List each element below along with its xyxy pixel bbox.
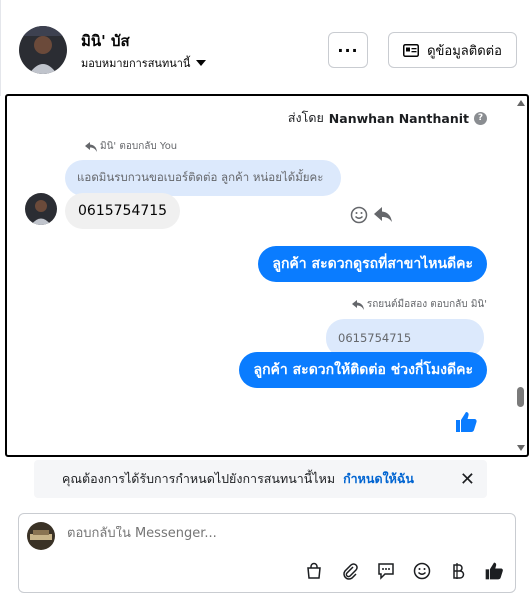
- reply-label-text: มินิ' ตอบกลับ You: [100, 141, 178, 152]
- assign-reminder-text: คุณต้องการได้รับการกำหนดไปยังการสนทนานี้…: [62, 471, 336, 486]
- attachment-icon[interactable]: [339, 560, 361, 582]
- sent-by-name: Nanwhan Nanthanit: [328, 110, 469, 126]
- outgoing-message[interactable]: ลูกค้า สะดวกให้ติดต่อ ช่วงกี่โมงดีคะ: [239, 352, 487, 388]
- quoted-message[interactable]: แอดมินรบกวนขอเบอร์ติดต่อ ลูกค้า หน่อยได้…: [65, 160, 341, 196]
- thumbs-up-sticker-icon[interactable]: [454, 410, 478, 438]
- reply-arrow-icon: [351, 299, 364, 310]
- reply-label-text: รถยนต์มือสอง ตอบกลับ มินิ': [366, 299, 487, 310]
- assign-to-me-link[interactable]: กำหนดให้ฉัน: [343, 469, 414, 489]
- caret-down-icon: [196, 60, 207, 66]
- sent-by-prefix: ส่งโดย: [287, 110, 324, 125]
- assign-reminder-bar: คุณต้องการได้รับการกำหนดไปยังการสนทนานี้…: [34, 460, 487, 498]
- more-icon: ···: [337, 40, 359, 60]
- more-options-button[interactable]: ···: [328, 32, 368, 68]
- scroll-down-arrow-icon[interactable]: [517, 445, 525, 451]
- page-avatar: [27, 522, 55, 550]
- composer-toolbar: [303, 560, 505, 582]
- view-contact-info-label: ดูข้อมูลติดต่อ: [427, 43, 502, 59]
- message-composer: [18, 513, 516, 593]
- scroll-thumb[interactable]: [517, 387, 524, 407]
- message-thread[interactable]: ส่งโดย Nanwhan Nanthanit ? มินิ' ตอบกลับ…: [5, 94, 529, 457]
- close-icon[interactable]: ✕: [460, 469, 475, 490]
- thumbs-up-icon[interactable]: [483, 560, 505, 582]
- contact-avatar-small[interactable]: [25, 193, 57, 225]
- assign-label: มอบหมายการสนทนานี้: [81, 57, 191, 70]
- help-icon[interactable]: ?: [474, 111, 487, 125]
- outgoing-message[interactable]: ลูกค้า สะดวกดูรถที่สาขาไหนดีคะ: [258, 246, 487, 282]
- conversation-header: มินิ' บัส มอบหมายการสนทนานี้ ··· ดูข้อมู…: [0, 0, 530, 96]
- reply-arrow-icon: [85, 141, 97, 152]
- emoji-icon[interactable]: [411, 560, 433, 582]
- payment-baht-icon[interactable]: [447, 560, 469, 582]
- contact-name[interactable]: มินิ' บัส: [81, 29, 130, 53]
- contact-avatar[interactable]: [19, 26, 67, 74]
- reply-label: รถยนต์มือสอง ตอบกลับ มินิ': [351, 297, 487, 312]
- scroll-up-arrow-icon[interactable]: [517, 100, 525, 106]
- view-contact-info-button[interactable]: ดูข้อมูลติดต่อ: [388, 32, 517, 68]
- assign-conversation-dropdown[interactable]: มอบหมายการสนทนานี้: [81, 54, 207, 72]
- saved-replies-icon[interactable]: [375, 560, 397, 582]
- reply-icon[interactable]: [374, 207, 392, 228]
- contact-card-icon: [403, 43, 420, 57]
- reply-label: มินิ' ตอบกลับ You: [85, 139, 177, 154]
- reply-input[interactable]: [67, 526, 467, 541]
- smile-react-icon[interactable]: [350, 206, 368, 229]
- shopping-bag-icon[interactable]: [303, 560, 325, 582]
- incoming-message[interactable]: 0615754715: [65, 193, 181, 229]
- sent-by-line: ส่งโดย Nanwhan Nanthanit ?: [288, 108, 487, 128]
